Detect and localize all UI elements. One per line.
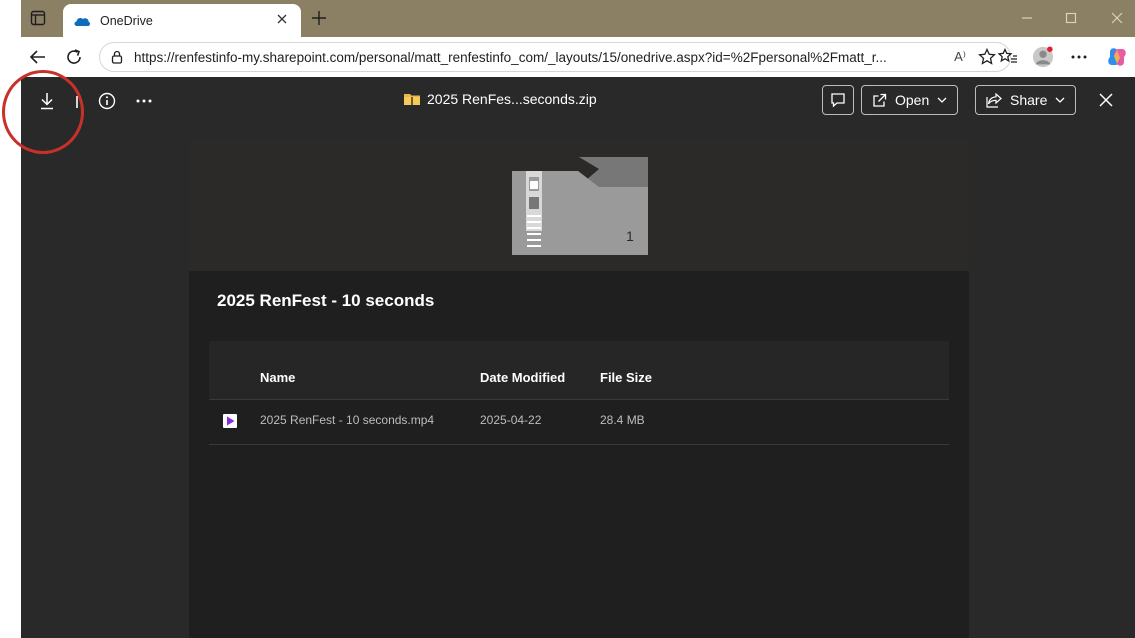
zip-item-count: 1 <box>626 228 634 244</box>
onedrive-cloud-icon <box>74 17 90 26</box>
more-menu-icon[interactable] <box>1068 46 1090 68</box>
comment-icon <box>831 93 845 108</box>
refresh-icon[interactable] <box>63 46 85 68</box>
minimize-icon[interactable] <box>1017 8 1037 28</box>
open-external-icon <box>873 93 887 107</box>
favorites-icon[interactable] <box>997 46 1019 68</box>
video-file-icon <box>223 414 237 428</box>
archive-title: 2025 RenFest - 10 seconds <box>217 291 435 310</box>
annotation-circle <box>2 70 84 154</box>
open-label: Open <box>895 92 930 108</box>
table-header: Name Date Modified File Size <box>209 341 949 399</box>
window-close-icon[interactable] <box>1107 8 1127 28</box>
favorite-star-icon[interactable] <box>978 48 996 66</box>
share-button[interactable]: Share <box>975 85 1077 115</box>
file-name-cell[interactable]: 2025 RenFest - 10 seconds.mp4 <box>260 413 434 427</box>
share-icon <box>986 92 1002 108</box>
zip-preview-header: 1 <box>189 139 969 271</box>
tab-close-icon[interactable] <box>275 12 289 26</box>
tab-title: OneDrive <box>100 13 153 28</box>
zip-folder-icon <box>404 94 420 105</box>
chevron-down-icon <box>1055 97 1065 103</box>
column-header-date-modified[interactable]: Date Modified <box>480 370 565 385</box>
new-tab-icon[interactable] <box>309 8 329 28</box>
info-icon[interactable] <box>95 89 119 113</box>
browser-toolbar: https://renfestinfo-my.sharepoint.com/pe… <box>21 37 1135 77</box>
read-aloud-icon[interactable]: A⁾ <box>954 49 966 65</box>
zip-archive-icon: 1 <box>512 157 648 255</box>
chevron-down-icon <box>937 97 947 103</box>
profile-avatar[interactable] <box>1032 46 1054 68</box>
onedrive-file-viewer: 2025 RenFes...seconds.zip Open Share 1 2… <box>21 77 1135 638</box>
close-viewer-icon[interactable] <box>1095 89 1117 111</box>
column-header-name[interactable]: Name <box>260 370 295 385</box>
file-name: 2025 RenFes...seconds.zip <box>427 91 597 107</box>
browser-tab-onedrive[interactable]: OneDrive <box>63 4 301 37</box>
browser-tab-bar: OneDrive <box>21 0 1135 37</box>
table-row[interactable]: 2025 RenFest - 10 seconds.mp4 2025-04-22… <box>209 399 949 445</box>
archive-contents-panel: 2025 RenFest - 10 seconds Name Date Modi… <box>189 271 969 638</box>
share-label: Share <box>1010 92 1048 108</box>
open-button[interactable]: Open <box>861 85 959 115</box>
file-size-cell: 28.4 MB <box>600 413 645 427</box>
url-text[interactable]: https://renfestinfo-my.sharepoint.com/pe… <box>134 50 919 65</box>
more-options-icon[interactable] <box>132 89 156 113</box>
address-bar[interactable]: https://renfestinfo-my.sharepoint.com/pe… <box>99 42 1011 72</box>
back-arrow-icon[interactable] <box>27 46 49 68</box>
sidebar-toggle-icon[interactable] <box>29 9 47 27</box>
comments-button[interactable] <box>822 85 854 115</box>
date-modified-cell: 2025-04-22 <box>480 413 542 427</box>
viewer-file-title: 2025 RenFes...seconds.zip <box>404 91 597 107</box>
lock-icon[interactable] <box>110 50 124 64</box>
column-header-file-size[interactable]: File Size <box>600 370 652 385</box>
maximize-icon[interactable] <box>1061 8 1081 28</box>
copilot-icon[interactable] <box>1106 46 1128 68</box>
